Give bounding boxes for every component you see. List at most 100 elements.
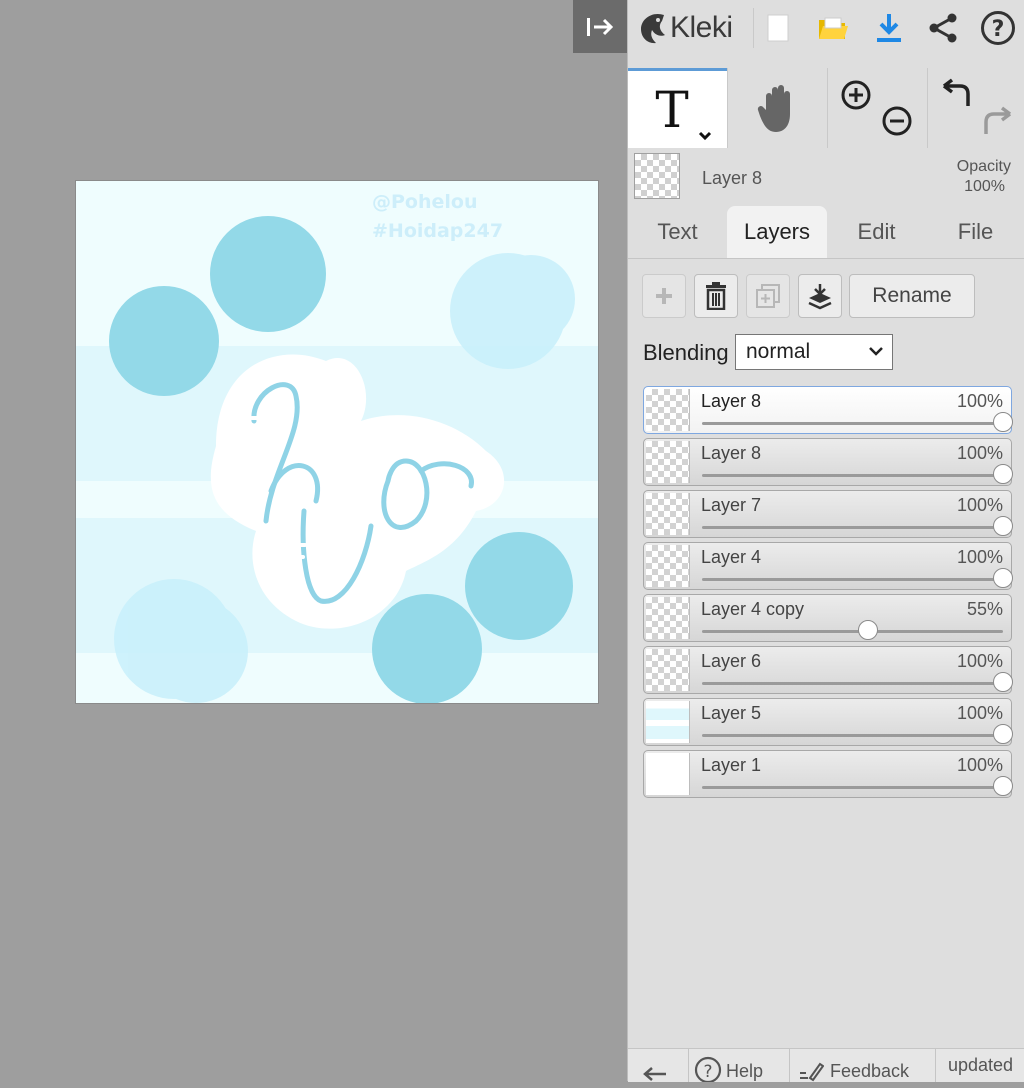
blending-control: Blending normal bbox=[643, 334, 1013, 372]
slider-knob[interactable] bbox=[857, 620, 878, 640]
layer-opacity-slider[interactable] bbox=[702, 724, 1013, 744]
layer-thumbnail bbox=[646, 493, 690, 535]
help-label: Help bbox=[726, 1061, 764, 1081]
share-button[interactable] bbox=[923, 8, 963, 48]
current-layer-preview: Layer 8 Opacity 100% bbox=[628, 150, 1024, 206]
layer-row[interactable]: Layer 5 100% bbox=[643, 698, 1013, 746]
layer-opacity-value: 100% bbox=[956, 495, 1003, 515]
layer-thumbnail bbox=[646, 701, 690, 743]
layer-opacity-slider[interactable] bbox=[702, 412, 1013, 432]
merge-down-icon bbox=[808, 284, 832, 310]
watermark-line-1: @Pohelou bbox=[372, 191, 477, 213]
plus-icon bbox=[656, 288, 672, 304]
layer-opacity-slider[interactable] bbox=[702, 568, 1013, 588]
layer-row[interactable]: Layer 8 100% bbox=[643, 438, 1013, 486]
slider-knob[interactable] bbox=[993, 412, 1013, 432]
layer-opacity-value: 100% bbox=[956, 755, 1003, 775]
opacity-label: Opacity bbox=[956, 158, 1011, 175]
swap-arrows-icon bbox=[643, 1067, 666, 1081]
zoom-in-icon[interactable] bbox=[839, 78, 873, 112]
duplicate-icon bbox=[756, 284, 780, 308]
feedback-label: Feedback bbox=[830, 1061, 910, 1081]
layer-thumbnail bbox=[646, 753, 690, 795]
layer-thumbnail bbox=[646, 597, 690, 639]
updated-link[interactable]: updated bbox=[948, 1049, 1023, 1088]
side-panel: Kleki ? T Layer 8 Opacity 100% Text Laye… bbox=[627, 0, 1024, 1082]
download-button[interactable] bbox=[869, 8, 909, 48]
open-file-button[interactable] bbox=[813, 8, 853, 48]
slider-knob[interactable] bbox=[993, 724, 1013, 744]
zoom-buttons bbox=[828, 68, 927, 148]
slider-knob[interactable] bbox=[993, 776, 1013, 796]
layer-opacity-slider[interactable] bbox=[702, 672, 1013, 692]
svg-text:T: T bbox=[655, 81, 688, 139]
layer-opacity-value: 100% bbox=[956, 443, 1003, 463]
layer-thumbnail bbox=[646, 389, 690, 431]
redo-icon[interactable] bbox=[980, 106, 1014, 138]
collapse-panel-button[interactable] bbox=[573, 0, 627, 53]
rename-layer-button[interactable]: Rename bbox=[849, 274, 975, 318]
canvas-workspace[interactable]: @Pohelou #Hoidap247 bbox=[0, 0, 627, 1081]
layer-opacity-value: 100% bbox=[956, 703, 1003, 723]
tab-text[interactable]: Text bbox=[628, 206, 727, 258]
slider-knob[interactable] bbox=[993, 464, 1013, 484]
help-icon: ? bbox=[981, 11, 1015, 45]
slider-knob[interactable] bbox=[993, 672, 1013, 692]
feedback-link[interactable]: Feedback bbox=[798, 1049, 928, 1082]
delete-layer-button[interactable] bbox=[694, 274, 738, 318]
blending-select[interactable]: normal bbox=[735, 334, 893, 370]
layer-row[interactable]: Layer 6 100% bbox=[643, 646, 1013, 694]
text-tool-button[interactable]: T bbox=[628, 68, 727, 148]
text-tool-icon: T bbox=[655, 81, 711, 140]
new-image-icon bbox=[767, 14, 789, 42]
hand-tool-button[interactable] bbox=[728, 68, 827, 148]
layer-opacity-slider[interactable] bbox=[702, 516, 1013, 536]
layer-row[interactable]: Layer 8 100% bbox=[643, 386, 1013, 434]
top-toolbar: Kleki ? bbox=[628, 0, 1024, 56]
layer-opacity-slider[interactable] bbox=[702, 620, 1003, 640]
layer-name: Layer 7 bbox=[701, 495, 762, 515]
kleki-logo-icon bbox=[641, 13, 665, 44]
help-button[interactable]: ? bbox=[978, 8, 1018, 48]
feedback-pencil-icon bbox=[800, 1062, 824, 1082]
current-layer-name: Layer 8 bbox=[702, 168, 763, 188]
tab-edit[interactable]: Edit bbox=[827, 206, 926, 258]
merge-layer-down-button[interactable] bbox=[798, 274, 842, 318]
trash-icon bbox=[706, 282, 726, 310]
watermark-line-2: #Hoidap247 bbox=[372, 220, 503, 242]
layer-row[interactable]: Layer 1 100% bbox=[643, 750, 1013, 798]
layer-thumbnail bbox=[646, 441, 690, 483]
kleki-logo[interactable]: Kleki bbox=[638, 8, 733, 48]
layer-list: Layer 8 100% Layer 8 100% Layer 7 100% Layer 4… bbox=[643, 386, 1013, 802]
current-layer-thumbnail bbox=[634, 153, 680, 199]
layer-opacity-slider[interactable] bbox=[702, 464, 1013, 484]
svg-text:?: ? bbox=[992, 17, 1005, 42]
swap-side-button[interactable] bbox=[642, 1049, 682, 1082]
bottom-bar: ? Help Feedback updated bbox=[628, 1048, 1024, 1082]
layer-name: Layer 5 bbox=[701, 703, 762, 723]
tab-file[interactable]: File bbox=[926, 206, 1024, 258]
slider-knob[interactable] bbox=[993, 516, 1013, 536]
tab-layers[interactable]: Layers bbox=[727, 206, 827, 258]
layer-row[interactable]: Layer 7 100% bbox=[643, 490, 1013, 538]
layer-opacity-slider[interactable] bbox=[702, 776, 1013, 796]
slider-knob[interactable] bbox=[993, 568, 1013, 588]
layer-name: Layer 8 bbox=[701, 391, 762, 411]
drawing-canvas[interactable]: @Pohelou #Hoidap247 bbox=[76, 181, 598, 703]
zoom-out-icon[interactable] bbox=[880, 104, 914, 138]
layer-name: Layer 6 bbox=[701, 651, 762, 671]
new-image-button[interactable] bbox=[758, 8, 798, 48]
help-circle-icon: ? bbox=[694, 1056, 722, 1082]
open-folder-icon bbox=[819, 17, 848, 39]
help-link[interactable]: ? Help bbox=[694, 1049, 784, 1082]
blending-value: normal bbox=[746, 340, 811, 363]
undo-icon[interactable] bbox=[940, 78, 974, 110]
layer-row[interactable]: Layer 4 copy 55% bbox=[643, 594, 1012, 642]
panel-tabs: Text Layers Edit File bbox=[628, 206, 1024, 259]
add-layer-button[interactable] bbox=[642, 274, 686, 318]
hand-icon bbox=[757, 85, 790, 132]
duplicate-layer-button[interactable] bbox=[746, 274, 790, 318]
undo-redo-buttons bbox=[928, 68, 1024, 148]
layer-row[interactable]: Layer 4 100% bbox=[643, 542, 1013, 590]
app-name: Kleki bbox=[670, 11, 733, 44]
